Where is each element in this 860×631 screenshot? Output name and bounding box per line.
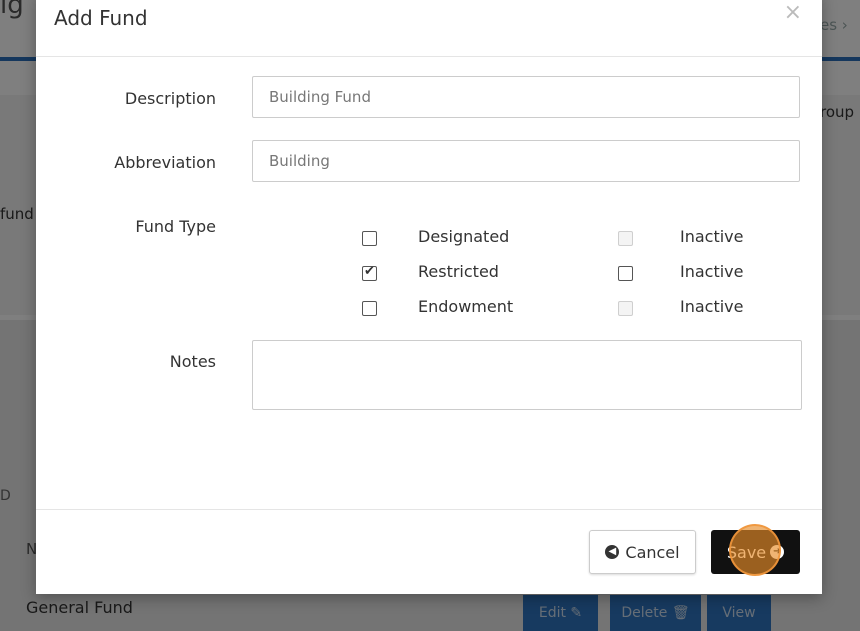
close-icon[interactable]: × [784, 0, 802, 25]
endowment-inactive-checkbox[interactable] [618, 301, 633, 316]
add-fund-modal: Add Fund × Description Abbreviation Fund… [36, 0, 822, 594]
abbreviation-input[interactable] [252, 140, 800, 182]
designated-inactive-label: Inactive [680, 227, 744, 246]
notes-textarea[interactable] [252, 340, 802, 410]
description-label: Description [124, 89, 216, 108]
endowment-inactive-label: Inactive [680, 297, 744, 316]
restricted-inactive-checkbox[interactable] [618, 266, 633, 281]
restricted-inactive-label: Inactive [680, 262, 744, 281]
arrow-left-circle-icon: ◀ [605, 545, 620, 559]
endowment-checkbox[interactable] [362, 301, 377, 316]
designated-label: Designated [418, 227, 510, 246]
save-button[interactable]: Save ➜ [711, 530, 800, 574]
designated-checkbox[interactable] [362, 231, 377, 246]
endowment-label: Endowment [418, 297, 514, 316]
cancel-button[interactable]: ◀ Cancel [589, 530, 696, 574]
save-button-label: Save [726, 542, 767, 562]
restricted-label: Restricted [418, 262, 499, 281]
restricted-checkbox[interactable] [362, 264, 377, 281]
abbreviation-label: Abbreviation [114, 153, 216, 172]
description-input[interactable] [252, 76, 800, 118]
modal-header: Add Fund × [36, 0, 822, 57]
modal-footer [36, 509, 822, 595]
cancel-button-label: Cancel [625, 542, 680, 562]
notes-label: Notes [169, 352, 216, 371]
fund-type-label: Fund Type [135, 217, 216, 236]
designated-inactive-checkbox[interactable] [618, 231, 633, 246]
modal-title: Add Fund [54, 6, 148, 30]
arrow-right-circle-icon: ➜ [770, 545, 785, 559]
